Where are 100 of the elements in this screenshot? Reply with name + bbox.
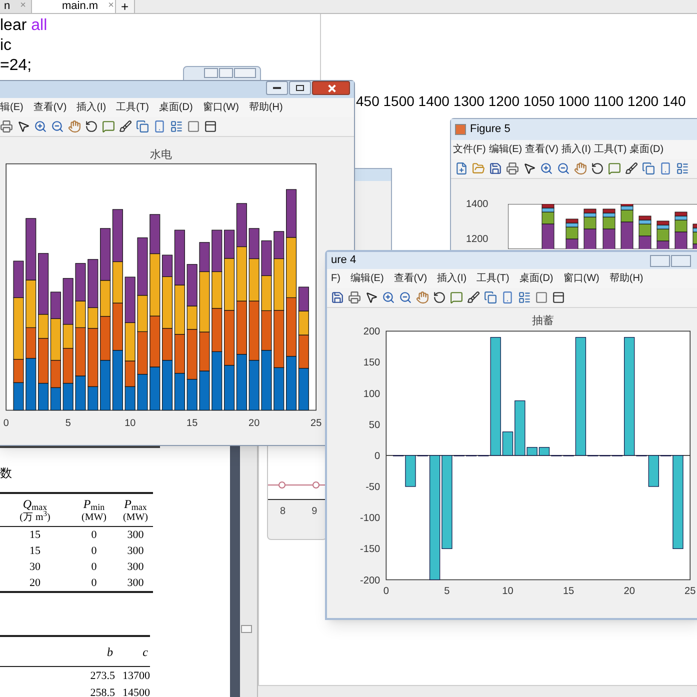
column-header: P$_{max}$ xyxy=(124,497,147,511)
legend-icon[interactable] xyxy=(170,120,183,133)
column-header: P$_{min}$ xyxy=(83,497,105,511)
square-icon[interactable] xyxy=(187,120,200,133)
rotate-icon[interactable] xyxy=(433,291,446,304)
brush-icon[interactable] xyxy=(625,162,638,175)
link-icon[interactable] xyxy=(484,291,497,304)
data-tip-icon[interactable] xyxy=(102,120,115,133)
table-cell-text: 15 xyxy=(28,528,42,543)
save-icon[interactable] xyxy=(331,291,344,304)
zoom-out-icon[interactable] xyxy=(399,291,412,304)
menu-item[interactable]: 辑(E) xyxy=(0,100,24,115)
pointer-icon[interactable] xyxy=(365,291,378,304)
hand-icon[interactable] xyxy=(574,162,587,175)
editor-tab[interactable]: main.m × xyxy=(32,0,116,13)
data-tip-icon[interactable] xyxy=(608,162,621,175)
link-icon[interactable] xyxy=(136,120,149,133)
close-icon[interactable]: × xyxy=(108,1,114,11)
print-icon[interactable] xyxy=(506,162,519,175)
menu-item[interactable]: 插入(I) xyxy=(437,271,467,286)
maximize-button[interactable] xyxy=(289,81,311,95)
axis-tick-label: 20 xyxy=(248,418,260,430)
print-icon[interactable] xyxy=(348,291,361,304)
table-cell-text: 20 xyxy=(28,576,42,591)
menu-item[interactable]: 工具(T) xyxy=(116,100,149,115)
menu-item[interactable]: 工具(T) xyxy=(594,142,627,157)
axis-tick-label: 0 xyxy=(383,586,389,597)
column-unit: (MW) xyxy=(82,511,106,525)
editor-tab[interactable]: n × xyxy=(0,0,32,13)
menu-item[interactable]: 窗口(W) xyxy=(202,100,239,115)
axis-tick-label: 0 xyxy=(3,418,9,430)
menu-item[interactable]: 查看(V) xyxy=(394,271,428,286)
print-icon[interactable] xyxy=(0,120,13,133)
axis-tick-label: 1200 xyxy=(466,234,488,246)
menu-item[interactable]: 帮助(H) xyxy=(609,271,644,286)
menu-item[interactable]: 帮助(H) xyxy=(248,100,283,115)
zoom-out-icon[interactable] xyxy=(557,162,570,175)
axis-tick-label: 8 xyxy=(280,504,286,518)
table-cell-text: 14500 xyxy=(122,686,150,697)
axis-tick-label: 15 xyxy=(186,418,198,430)
brush-icon[interactable] xyxy=(119,120,132,133)
axis-tick-label: -150 xyxy=(360,544,380,556)
axis-tick-label: 10 xyxy=(502,586,514,597)
menu-item[interactable]: 查看(V) xyxy=(525,142,558,157)
data-tip-icon[interactable] xyxy=(450,291,463,304)
axis-tick-label: 5 xyxy=(65,418,71,430)
zoom-in-icon[interactable] xyxy=(382,291,395,304)
square-icon[interactable] xyxy=(535,291,548,304)
zoom-in-icon[interactable] xyxy=(34,120,47,133)
axis-tick-label: 0 xyxy=(374,450,380,462)
menu-item[interactable]: F) xyxy=(331,271,340,286)
table-cell-text: 30 xyxy=(28,560,42,575)
table-cell-text: 15 xyxy=(28,544,42,559)
rotate-icon[interactable] xyxy=(591,162,604,175)
menu-item[interactable]: 编辑(E) xyxy=(488,142,522,157)
hand-icon[interactable] xyxy=(68,120,81,133)
brush-icon[interactable] xyxy=(467,291,480,304)
new-tab-button[interactable]: + xyxy=(116,0,135,13)
axis-tick-label: 10 xyxy=(124,418,136,430)
table-cell-text: 0 xyxy=(90,528,98,543)
colorbar-icon[interactable] xyxy=(659,162,672,175)
zoom-out-icon[interactable] xyxy=(51,120,64,133)
table-cell-text: 0 xyxy=(90,576,98,591)
hand-icon[interactable] xyxy=(416,291,429,304)
zoom-in-icon[interactable] xyxy=(540,162,553,175)
pointer-icon[interactable] xyxy=(523,162,536,175)
panel-icon[interactable] xyxy=(204,120,217,133)
menu-item[interactable]: 工具(T) xyxy=(476,271,510,286)
menu-item[interactable]: 插入(I) xyxy=(561,142,591,157)
save-icon[interactable] xyxy=(489,162,502,175)
minimize-button[interactable] xyxy=(266,81,288,95)
new-file-icon[interactable] xyxy=(455,162,468,175)
legend-icon[interactable] xyxy=(676,162,689,175)
colorbar-icon[interactable] xyxy=(153,120,166,133)
chart-title: 抽蓄 xyxy=(532,315,554,328)
legend-icon[interactable] xyxy=(518,291,531,304)
column-unit: (万 m$^{3}$) xyxy=(20,511,50,525)
axis-tick-label: 100 xyxy=(363,388,380,400)
table-cell-text: 300 xyxy=(126,544,145,559)
menu-item[interactable]: 查看(V) xyxy=(33,100,67,115)
menu-item[interactable]: 文件(F) xyxy=(453,142,486,157)
menu-item[interactable]: 编辑(E) xyxy=(350,271,384,286)
panel-icon[interactable] xyxy=(552,291,565,304)
table-cell-text: 300 xyxy=(126,528,145,543)
menu-item[interactable]: 插入(I) xyxy=(76,100,106,115)
menu-item[interactable]: 桌面(D) xyxy=(519,271,554,286)
rotate-icon[interactable] xyxy=(85,120,98,133)
scrollbar-thumb[interactable] xyxy=(241,625,252,633)
close-button[interactable] xyxy=(312,81,350,95)
colorbar-icon[interactable] xyxy=(501,291,514,304)
menu-item[interactable]: 桌面(D) xyxy=(158,100,193,115)
axis-tick-label: 200 xyxy=(363,326,380,338)
link-icon[interactable] xyxy=(642,162,655,175)
folder-icon[interactable] xyxy=(472,162,485,175)
menu-item[interactable]: 桌面(D) xyxy=(630,142,664,157)
axis-tick-label: -100 xyxy=(360,513,380,524)
pointer-icon[interactable] xyxy=(17,120,30,133)
column-header: c xyxy=(142,644,149,660)
menu-item[interactable]: 窗口(W) xyxy=(563,271,600,286)
axis-tick-label: 9 xyxy=(312,504,318,518)
